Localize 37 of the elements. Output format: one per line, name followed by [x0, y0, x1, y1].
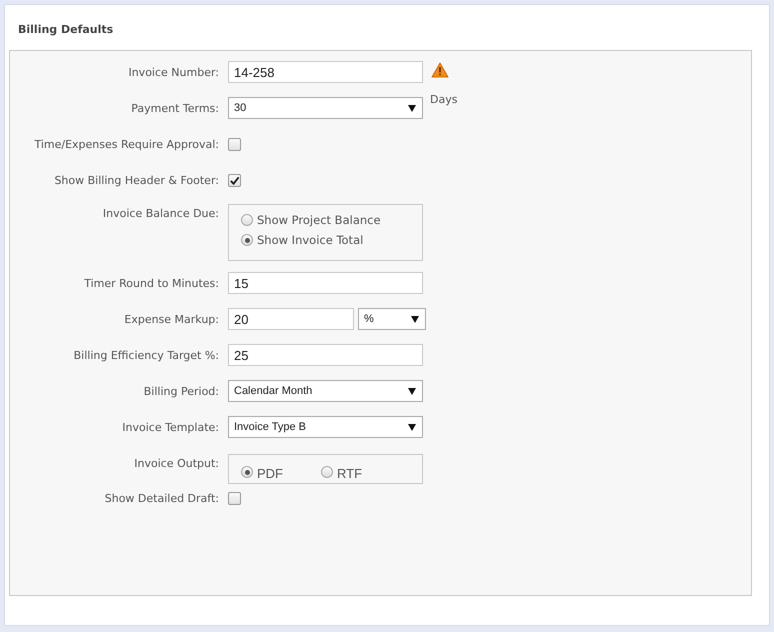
field-label: Show Detailed Draft: [104, 492, 220, 504]
caret-icon [408, 424, 416, 430]
text-field[interactable]: 14-258 [228, 61, 423, 83]
section-title: Billing Defaults [17, 22, 114, 38]
field-label: Time/Expenses Require Approval: [33, 138, 220, 150]
dropdown[interactable]: % [358, 308, 426, 330]
field-label: Expense Markup: [123, 312, 220, 326]
text-field[interactable]: 20 [228, 308, 354, 330]
checkbox[interactable] [228, 138, 241, 150]
caret-icon [408, 104, 416, 112]
field-label: Billing Efficiency Target %: [72, 348, 220, 362]
radio-button[interactable] [241, 214, 253, 226]
dropdown[interactable]: Invoice Type B [228, 416, 423, 438]
radio-label[interactable]: Show Invoice Total [257, 233, 364, 247]
dropdown[interactable]: 30 [228, 97, 423, 119]
caret-icon [408, 388, 416, 394]
radio-label[interactable]: RTF [337, 463, 362, 481]
text-field[interactable]: 25 [228, 344, 423, 366]
field-label: Invoice Number: [127, 66, 220, 78]
radio-button[interactable] [241, 234, 253, 246]
radio-button[interactable] [321, 466, 333, 478]
field-label: Invoice Output: [133, 456, 220, 470]
unit-label: Days [430, 93, 458, 106]
field-label: Invoice Template: [121, 420, 220, 434]
radio-label[interactable]: PDF [257, 463, 283, 481]
text-field[interactable]: 15 [228, 272, 423, 294]
radio-label[interactable]: Show Project Balance [257, 213, 381, 227]
caret-icon [411, 316, 419, 322]
field-label: Timer Round to Minutes: [83, 276, 220, 290]
field-label: Billing Period: [142, 384, 220, 398]
field-label: Payment Terms: [130, 102, 220, 114]
field-label: Show Billing Header & Footer: [53, 174, 220, 186]
checkbox[interactable] [228, 174, 241, 186]
field-label: Invoice Balance Due: [102, 206, 220, 220]
dropdown[interactable]: Calendar Month [228, 380, 423, 402]
radio-button[interactable] [241, 466, 253, 478]
checkbox[interactable] [228, 492, 241, 504]
